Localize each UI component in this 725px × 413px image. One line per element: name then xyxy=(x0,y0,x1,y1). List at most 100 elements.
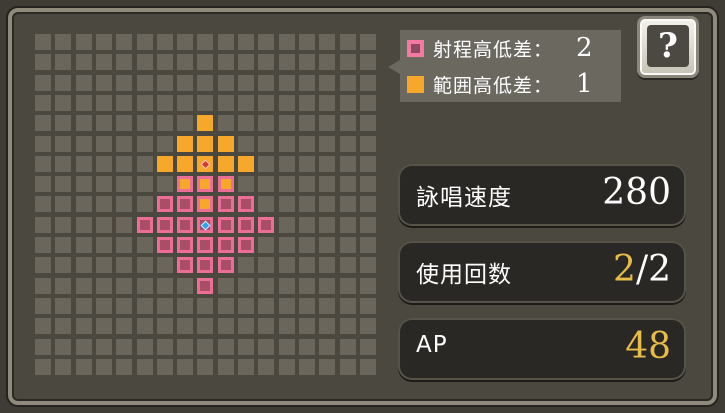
target-marker-icon xyxy=(200,159,211,170)
grid-cell xyxy=(197,359,213,375)
range-cell xyxy=(258,217,274,233)
grid-cell xyxy=(319,217,335,233)
ap-value: 48 xyxy=(625,326,671,367)
grid-cell xyxy=(35,176,51,192)
grid-cell xyxy=(96,136,112,152)
grid-cell xyxy=(157,176,173,192)
grid-cell xyxy=(279,257,295,273)
grid-cell xyxy=(299,196,315,212)
grid-cell xyxy=(55,176,71,192)
grid-cell xyxy=(299,257,315,273)
area-height-value: 1 xyxy=(576,69,593,99)
grid-cell xyxy=(340,359,356,375)
grid-cell xyxy=(279,359,295,375)
grid-cell xyxy=(55,318,71,334)
grid-cell xyxy=(96,359,112,375)
range-cell xyxy=(177,217,193,233)
grid-cell xyxy=(197,298,213,314)
grid-cell xyxy=(55,339,71,355)
grid-cell xyxy=(238,34,254,50)
grid-cell xyxy=(279,156,295,172)
grid-cell xyxy=(55,359,71,375)
grid-cell xyxy=(319,257,335,273)
grid-cell xyxy=(96,217,112,233)
grid-cell xyxy=(157,298,173,314)
grid-cell xyxy=(258,136,274,152)
grid-cell xyxy=(258,54,274,70)
grid-cell xyxy=(177,359,193,375)
grid-cell xyxy=(319,156,335,172)
grid-cell xyxy=(76,298,92,314)
grid-cell xyxy=(116,34,132,50)
grid-cell xyxy=(340,156,356,172)
grid-cell xyxy=(258,196,274,212)
range-cell xyxy=(218,217,234,233)
grid-cell xyxy=(116,196,132,212)
grid-cell xyxy=(116,115,132,131)
grid-cell xyxy=(299,339,315,355)
grid-cell xyxy=(299,176,315,192)
grid-cell xyxy=(319,196,335,212)
grid-cell xyxy=(299,34,315,50)
grid-cell xyxy=(35,298,51,314)
grid-cell xyxy=(96,34,112,50)
uses-separator: / xyxy=(635,249,649,290)
grid-cell xyxy=(76,95,92,111)
grid-cell xyxy=(299,136,315,152)
grid-cell xyxy=(177,115,193,131)
grid-cell xyxy=(55,217,71,233)
grid-cell xyxy=(238,359,254,375)
grid-cell xyxy=(258,298,274,314)
grid-cell xyxy=(279,54,295,70)
grid-cell xyxy=(218,95,234,111)
grid-cell xyxy=(258,257,274,273)
area-cell xyxy=(157,156,173,172)
range-height-value: 2 xyxy=(576,33,593,63)
grid-cell xyxy=(96,257,112,273)
range-cell xyxy=(238,217,254,233)
grid-cell xyxy=(55,298,71,314)
grid-cell xyxy=(319,136,335,152)
grid-cell xyxy=(319,339,335,355)
area-cell xyxy=(177,136,193,152)
grid-cell xyxy=(319,176,335,192)
grid-cell xyxy=(360,176,376,192)
grid-cell xyxy=(55,75,71,91)
help-button[interactable]: ? xyxy=(637,16,699,78)
range-area-cell xyxy=(218,176,234,192)
grid-cell xyxy=(360,54,376,70)
area-cell xyxy=(197,115,213,131)
grid-cell xyxy=(319,75,335,91)
range-height-label: 射程高低差： xyxy=(433,38,554,61)
grid-cell xyxy=(258,359,274,375)
grid-cell xyxy=(96,176,112,192)
grid-cell xyxy=(340,95,356,111)
grid-cell xyxy=(258,339,274,355)
grid-cell xyxy=(258,176,274,192)
grid-cell xyxy=(360,359,376,375)
grid-cell xyxy=(116,359,132,375)
grid-cell xyxy=(76,156,92,172)
range-cell xyxy=(177,196,193,212)
grid-cell xyxy=(360,298,376,314)
grid-cell xyxy=(55,196,71,212)
grid-cell xyxy=(137,196,153,212)
grid-cell xyxy=(340,278,356,294)
grid-cell xyxy=(238,318,254,334)
grid-cell xyxy=(279,34,295,50)
grid-cell xyxy=(116,95,132,111)
grid-cell xyxy=(340,75,356,91)
grid-cell xyxy=(279,278,295,294)
grid-cell xyxy=(157,136,173,152)
cast-speed-value: 280 xyxy=(602,172,671,213)
grid-cell xyxy=(360,75,376,91)
range-cell xyxy=(238,196,254,212)
grid-cell xyxy=(35,278,51,294)
grid-cell xyxy=(258,115,274,131)
grid-cell xyxy=(238,278,254,294)
grid-cell xyxy=(35,359,51,375)
grid-cell xyxy=(360,257,376,273)
grid-cell xyxy=(299,75,315,91)
grid-cell xyxy=(55,115,71,131)
grid-cell xyxy=(177,34,193,50)
